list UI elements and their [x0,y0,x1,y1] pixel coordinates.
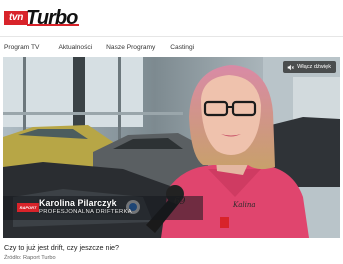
speaker-muted-icon [287,64,295,70]
nav-item-nasze-programy[interactable]: Nasze Programy [102,40,159,56]
unmute-label: Włącz dźwięk [297,64,331,70]
logo-turbo-text: Turbo [26,7,80,29]
top-bar: tvn Turbo [0,0,343,36]
raport-logo: RAPORT [17,203,39,212]
logo-tvn-mark: tvn [4,11,28,25]
nav-item-castingi[interactable]: Castingi [166,40,198,56]
svg-text:Kalina: Kalina [232,201,256,209]
main-nav: Program TV Aktualności Nasze Programy Ca… [0,40,198,56]
video-player[interactable]: Kalina Włącz dźwięk RAPORT Karolina Pila… [3,57,340,238]
lower-third: Karolina Pilarczyk PROFESJONALNA DRIFTER… [39,198,132,215]
unmute-button[interactable]: Włącz dźwięk [283,61,336,73]
speaker-name: Karolina Pilarczyk [39,198,117,208]
tvn-turbo-logo[interactable]: tvn Turbo [4,7,90,29]
speaker-role: PROFESJONALNA DRIFTERKA [39,209,132,215]
article-title[interactable]: Czy to już jest drift, czy jeszcze nie? [4,243,119,252]
shirt-number: 69 [174,197,186,207]
article-source: Źródło: Raport Turbo [4,255,56,261]
nav-item-aktualnosci[interactable]: Aktualności [54,40,96,56]
nav-item-program-tv[interactable]: Program TV [0,40,43,56]
header-divider [0,36,343,37]
